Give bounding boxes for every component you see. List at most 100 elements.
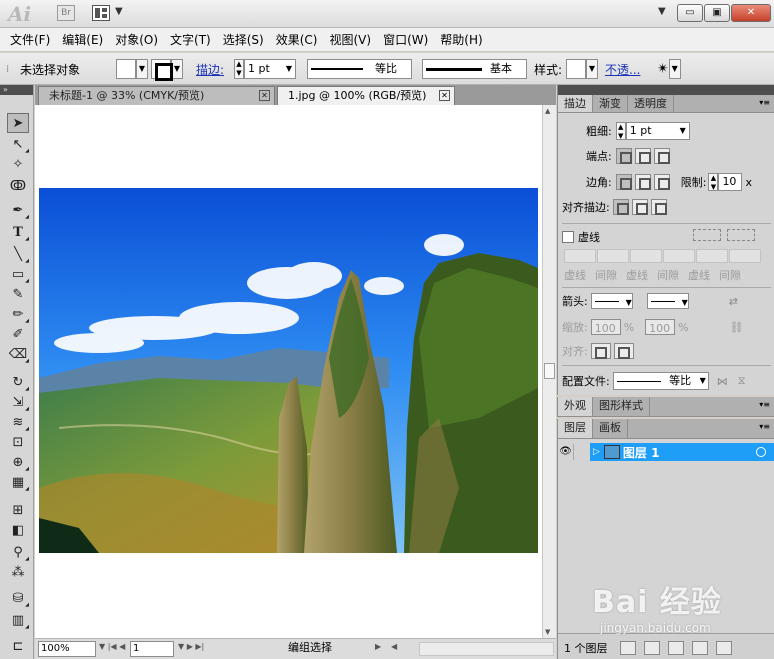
tab-graphic-styles[interactable]: 图形样式 (593, 397, 650, 416)
dash-field-2[interactable] (630, 249, 662, 263)
menu-object[interactable]: 对象(O) (109, 31, 164, 48)
restore-button[interactable]: ▣ (704, 4, 730, 22)
fill-swatch[interactable] (116, 59, 136, 79)
menu-effect[interactable]: 效果(C) (270, 31, 324, 48)
align-dash-corners-icon[interactable] (727, 229, 755, 241)
dash-field-3[interactable] (696, 249, 728, 263)
align-inside-icon[interactable] (631, 199, 648, 215)
swap-arrowheads-icon[interactable]: ⇄ (729, 295, 738, 308)
arrow-tip-beyond-icon[interactable] (590, 343, 611, 359)
opacity-link[interactable]: 不透... (605, 61, 640, 78)
tab-transparency[interactable]: 透明度 (628, 95, 674, 112)
limit-field[interactable]: 10 (718, 173, 743, 191)
artboard-tool-icon[interactable]: ⊏ (7, 637, 29, 657)
type-tool-icon[interactable]: T ◢ (7, 223, 29, 243)
scale-tool-icon[interactable]: ⇲ ◢ (7, 393, 29, 413)
stroke-weight-stepper[interactable]: ▲ ▼ (234, 59, 244, 79)
tab-layers[interactable]: 图层 (558, 419, 593, 438)
bevel-join-icon[interactable] (653, 174, 670, 190)
brush-definition[interactable]: 基本 (422, 59, 527, 79)
weight-stepper[interactable]: ▲ ▼ (615, 122, 626, 140)
menu-select[interactable]: 选择(S) (217, 31, 270, 48)
layer-row[interactable]: 👁 ▷ 图层 1 (558, 443, 774, 461)
start-scale-field[interactable]: 100 (590, 319, 621, 335)
round-join-icon[interactable] (634, 174, 651, 190)
end-scale-field[interactable]: 100 (645, 319, 676, 335)
link-scale-icon[interactable]: ⛓ (730, 321, 744, 334)
bridge-button[interactable]: Br (57, 5, 75, 21)
scroll-down-icon[interactable]: ▼ (545, 628, 550, 636)
menu-view[interactable]: 视图(V) (323, 31, 377, 48)
column-graph-tool-icon[interactable]: ▥ ◢ (7, 611, 29, 631)
direct-selection-tool-icon[interactable]: ↖ ◢ (7, 135, 29, 155)
eraser-tool-icon[interactable]: ⌫ ◢ (7, 345, 29, 365)
flip-across-icon[interactable]: ⧖ (738, 374, 746, 388)
menu-help[interactable]: 帮助(H) (434, 31, 488, 48)
blob-brush-tool-icon[interactable]: ✐ (7, 325, 29, 345)
panel-menu-icon[interactable]: ▼ (668, 59, 681, 79)
tab-stroke[interactable]: 描边 (558, 95, 593, 112)
artboard-canvas[interactable] (35, 105, 542, 638)
mesh-tool-icon[interactable]: ⊞ (7, 501, 29, 521)
stroke-weight-field[interactable]: 1 pt ▼ (244, 59, 296, 79)
menu-edit[interactable]: 编辑(E) (56, 31, 109, 48)
menu-type[interactable]: 文字(T) (164, 31, 217, 48)
gap-field-2[interactable] (663, 249, 695, 263)
shape-builder-tool-icon[interactable]: ⊕ ◢ (7, 453, 29, 473)
perspective-grid-tool-icon[interactable]: ▦ ◢ (7, 473, 29, 493)
workspace-menu-icon[interactable]: ▼ (658, 6, 666, 17)
placed-landscape-image[interactable] (39, 188, 538, 553)
zoom-field[interactable]: 100% (38, 641, 96, 657)
scroll-up-icon[interactable]: ▲ (545, 107, 550, 115)
first-artboard-icon[interactable]: ▼ |◀ ◀ (99, 642, 125, 651)
round-cap-icon[interactable] (634, 148, 651, 164)
preserve-dash-icon[interactable] (693, 229, 721, 241)
dashed-line-checkbox[interactable] (562, 231, 574, 243)
gap-field-1[interactable] (597, 249, 629, 263)
miter-join-icon[interactable] (615, 174, 632, 190)
expand-triangle-icon[interactable]: ▷ (593, 447, 600, 457)
projecting-cap-icon[interactable] (653, 148, 670, 164)
flip-along-icon[interactable]: ⋈ (717, 375, 728, 388)
symbol-sprayer-tool-icon[interactable]: ⛁ ◢ (7, 589, 29, 609)
free-transform-tool-icon[interactable]: ⊡ (7, 433, 29, 453)
minimize-button[interactable]: ▭ (677, 4, 703, 22)
chevron-down-icon[interactable]: ▼ (115, 6, 123, 17)
panel-menu-icon[interactable]: ▾≡ (759, 400, 770, 409)
gap-field-3[interactable] (729, 249, 761, 263)
profile-select[interactable]: 等比 ▼ (612, 372, 709, 390)
stroke-swatch[interactable] (151, 59, 173, 81)
next-artboard-icon[interactable]: ▼ ▶ ▶| (178, 642, 204, 651)
gradient-tool-icon[interactable]: ◧ (7, 521, 29, 541)
stroke-link[interactable]: 描边: (196, 61, 224, 78)
graphic-style-dropdown-icon[interactable]: ▼ (586, 59, 598, 79)
variable-width-profile[interactable]: 等比 (307, 59, 412, 79)
tools-panel-collapse[interactable]: » (0, 85, 33, 95)
vertical-scrollbar[interactable]: ▲ ▼ (542, 105, 556, 638)
menu-window[interactable]: 窗口(W) (377, 31, 434, 48)
scroll-left-icon[interactable]: ◀ (391, 642, 397, 651)
tab-untitled-1[interactable]: 未标题-1 @ 33% (CMYK/预览) ✕ (38, 86, 275, 105)
weight-field[interactable]: 1 pt ▼ (625, 122, 690, 140)
tab-gradient[interactable]: 渐变 (593, 95, 628, 112)
lasso-tool-icon[interactable]: ↂ (7, 177, 29, 197)
blend-tool-icon[interactable]: ⁂ (7, 563, 29, 583)
limit-stepper[interactable]: ▲ ▼ (708, 173, 719, 191)
paintbrush-tool-icon[interactable]: ✎ (7, 285, 29, 305)
pencil-tool-icon[interactable]: ✏ ◢ (7, 305, 29, 325)
rotate-tool-icon[interactable]: ↻ ◢ (7, 373, 29, 393)
tab-artboards[interactable]: 画板 (593, 419, 628, 438)
fill-dropdown-icon[interactable]: ▼ (136, 59, 148, 79)
artboard-number-field[interactable]: 1 (130, 641, 174, 657)
warp-tool-icon[interactable]: ≋ ◢ (7, 413, 29, 433)
selection-tool-icon[interactable]: ➤ (7, 113, 29, 133)
graphic-style-swatch[interactable] (566, 59, 586, 79)
visibility-eye-icon[interactable]: 👁 (558, 444, 574, 460)
butt-cap-icon[interactable] (615, 148, 632, 164)
pen-tool-icon[interactable]: ✒ ◢ (7, 201, 29, 221)
end-arrowhead-select[interactable]: ▼ (646, 293, 689, 309)
rectangle-tool-icon[interactable]: ▭ ◢ (7, 265, 29, 285)
eyedropper-tool-icon[interactable]: ⚲ ◢ (7, 543, 29, 563)
close-icon[interactable]: ✕ (259, 90, 270, 101)
status-menu-icon[interactable]: ▶ (375, 642, 381, 651)
